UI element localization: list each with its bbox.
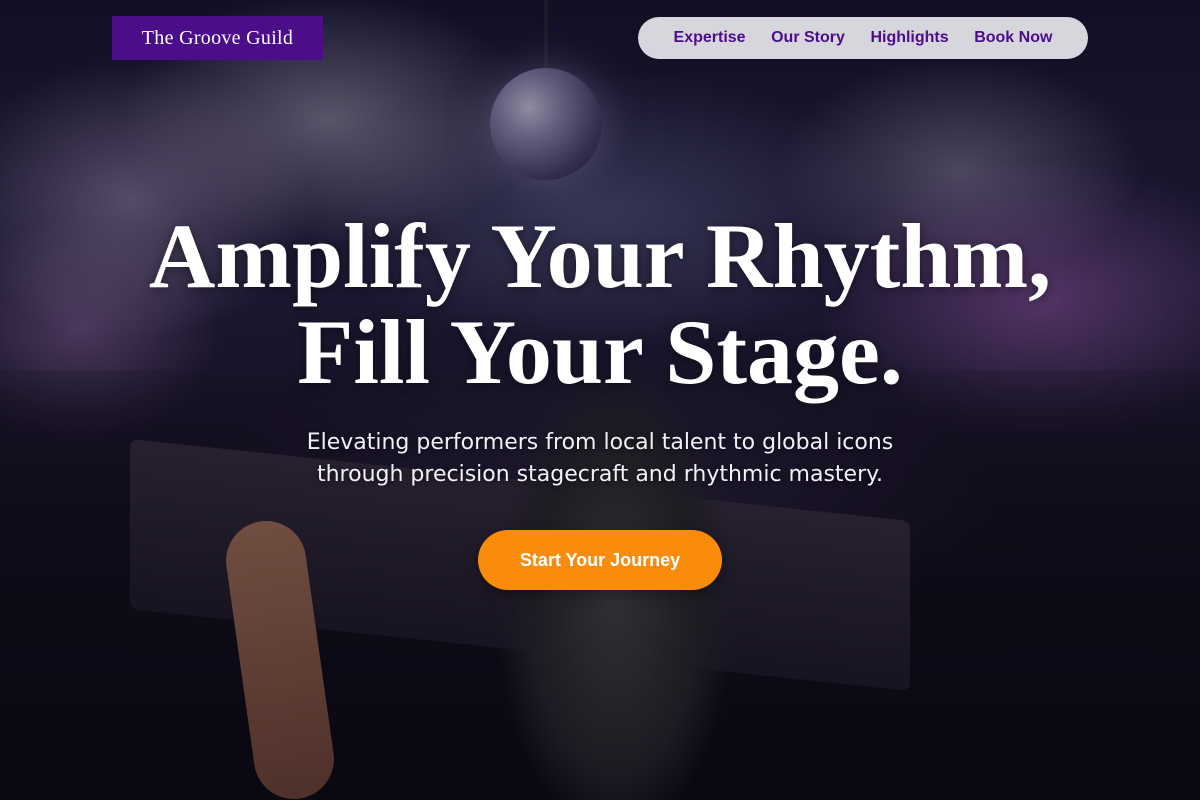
hero-subtitle-line-1: Elevating performers from local talent t… [306, 430, 894, 455]
nav-link-highlights[interactable]: Highlights [870, 29, 948, 47]
nav-link-expertise[interactable]: Expertise [674, 29, 746, 47]
hero-subtitle-line-2: through precision stagecraft and rhythmi… [316, 462, 883, 487]
brand-logo[interactable]: The Groove Guild [112, 16, 323, 60]
nav-link-our-story[interactable]: Our Story [771, 29, 845, 47]
start-journey-button[interactable]: Start Your Journey [478, 530, 722, 590]
hero-subtitle: Elevating performers from local talent t… [0, 427, 1200, 491]
hero-headline-line-1: Amplify Your Rhythm, [148, 205, 1052, 307]
main-nav: Expertise Our Story Highlights Book Now [638, 17, 1088, 59]
nav-link-book-now[interactable]: Book Now [974, 29, 1052, 47]
hero-headline-line-2: Fill Your Stage. [297, 301, 903, 403]
hero-headline: Amplify Your Rhythm, Fill Your Stage. [0, 208, 1200, 400]
